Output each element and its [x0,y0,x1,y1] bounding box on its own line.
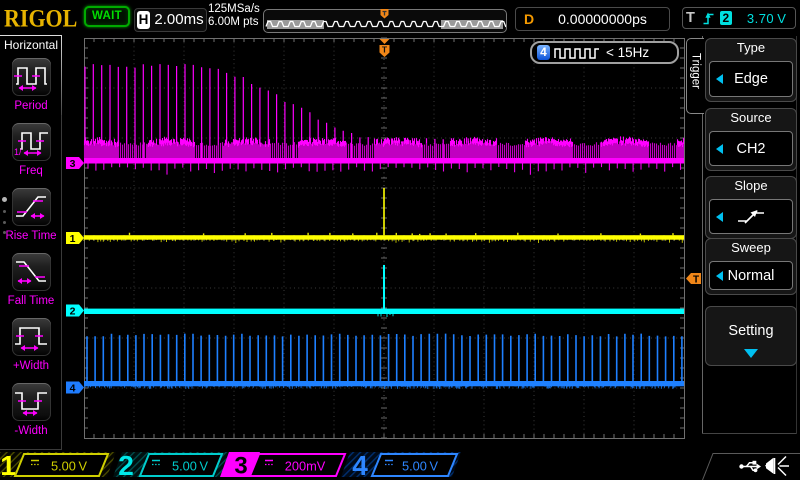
svg-text:1/: 1/ [14,147,22,156]
svg-text:5.00 V: 5.00 V [51,459,87,474]
svg-text:1: 1 [70,233,76,245]
svg-text:T: T [382,45,388,55]
svg-text:4: 4 [70,382,76,394]
svg-text:200mV: 200mV [285,459,326,474]
svg-text:3: 3 [234,453,247,480]
svg-text:3: 3 [70,158,76,170]
svg-text:2: 2 [70,305,76,317]
svg-text:1: 1 [0,450,16,480]
svg-text:5.00 V: 5.00 V [402,459,438,474]
svg-text:T: T [693,274,699,285]
svg-text:2: 2 [118,450,134,480]
svg-text:5.00 V: 5.00 V [172,459,208,474]
svg-text:4: 4 [352,450,368,480]
